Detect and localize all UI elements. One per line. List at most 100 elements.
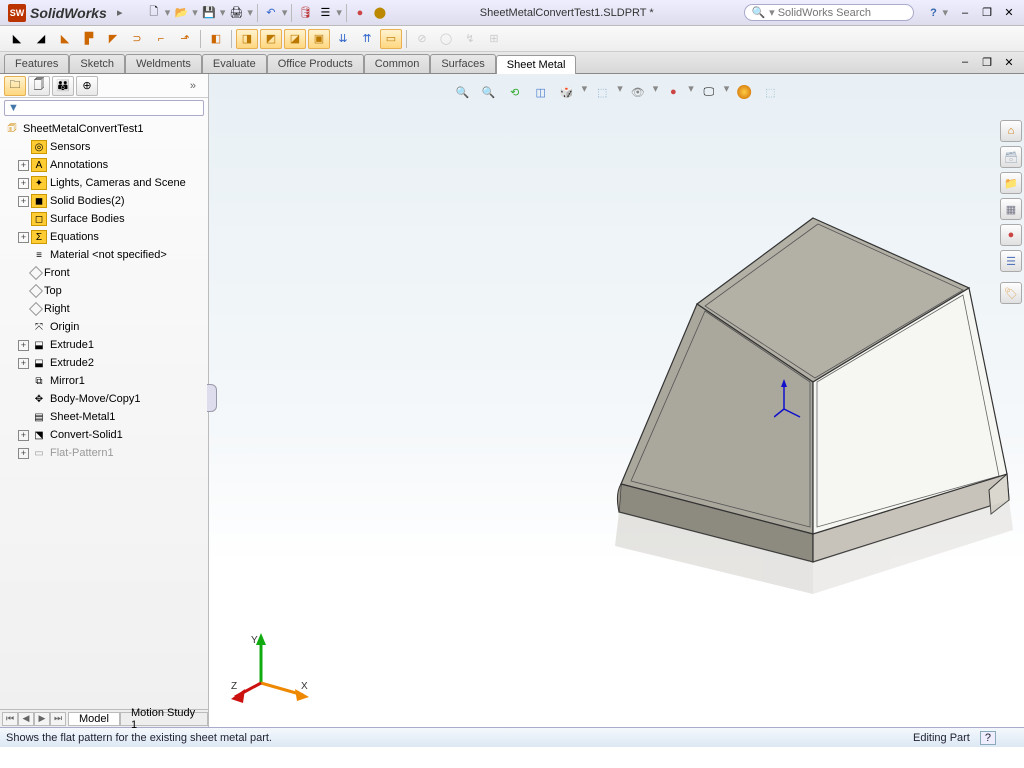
restore-button[interactable]: ❐	[978, 4, 996, 22]
tree-item[interactable]: Right	[0, 300, 208, 318]
tree-filter-input[interactable]: ▼	[4, 100, 204, 116]
expand-button[interactable]: +	[18, 448, 29, 459]
model-tab[interactable]: Model	[68, 712, 120, 726]
zoom-fit-button[interactable]: 🔍	[452, 82, 474, 102]
property-manager-tab[interactable]: 🗍	[28, 76, 50, 96]
hide-show-button[interactable]: 👁	[627, 82, 649, 102]
expand-button[interactable]: +	[18, 340, 29, 351]
base-flange-button[interactable]: ◣	[6, 29, 28, 49]
forming-tool-button[interactable]: ◩	[260, 29, 282, 49]
tree-item[interactable]: ◎Sensors	[0, 138, 208, 156]
sketched-bend-button[interactable]: ⬏	[174, 29, 196, 49]
nav-first-button[interactable]: ⏮	[2, 712, 18, 726]
shadows-button[interactable]: ⬚	[759, 82, 781, 102]
close-button[interactable]: ✕	[1000, 4, 1018, 22]
edge-flange-button[interactable]: ▛	[78, 29, 100, 49]
tree-item[interactable]: +✦Lights, Cameras and Scene	[0, 174, 208, 192]
convert-solid-button[interactable]: ◢	[30, 29, 52, 49]
insert-bends-button[interactable]: ◯	[435, 29, 457, 49]
appearance-button[interactable]: ●	[351, 4, 369, 22]
status-help-button[interactable]: ?	[980, 731, 996, 745]
help-button[interactable]: ?	[924, 4, 942, 22]
view-orient-button[interactable]: 🎲	[556, 82, 578, 102]
nav-last-button[interactable]: ⏭	[50, 712, 66, 726]
tree-item[interactable]: ◻Surface Bodies	[0, 210, 208, 228]
reference-triad[interactable]: Y X Z	[231, 633, 311, 703]
minimize-button[interactable]: –	[956, 4, 974, 22]
vent-button[interactable]: ⊞	[483, 29, 505, 49]
tree-item[interactable]: +◼Solid Bodies(2)	[0, 192, 208, 210]
fold-button[interactable]: ⇈	[356, 29, 378, 49]
expand-button[interactable]: +	[18, 358, 29, 369]
new-button[interactable]: 🗋	[145, 4, 163, 22]
unfold-button[interactable]: ⇊	[332, 29, 354, 49]
expand-button[interactable]: +	[18, 196, 29, 207]
save-button[interactable]: 💾	[200, 4, 218, 22]
tree-item[interactable]: Front	[0, 264, 208, 282]
addins-button[interactable]: ⬤	[371, 4, 389, 22]
motion-study-tab[interactable]: Motion Study 1	[120, 712, 208, 726]
lofted-bend-button[interactable]: ◣	[54, 29, 76, 49]
graphics-viewport[interactable]: 🔍 🔍 ⟲ ◫ 🎲 ▾ ⬚ ▾ 👁 ▾ ● ▾ 🖵 ▾ ⬚ ⌂ 🗃 📁 ▦ ● …	[209, 74, 1024, 727]
miter-flange-button[interactable]: ◤	[102, 29, 124, 49]
print-button[interactable]: 🖨	[227, 4, 245, 22]
tree-item[interactable]: +⬔Convert-Solid1	[0, 426, 208, 444]
mdi-minimize-button[interactable]: –	[956, 53, 974, 71]
rebuild-button[interactable]: 🛢	[296, 4, 314, 22]
view-settings-button[interactable]: 🖵	[698, 82, 720, 102]
display-style-button[interactable]: ⬚	[591, 82, 613, 102]
tree-item[interactable]: +▭Flat-Pattern1	[0, 444, 208, 462]
tree-item[interactable]: ⧉Mirror1	[0, 372, 208, 390]
expand-button[interactable]: +	[18, 160, 29, 171]
prev-view-button[interactable]: ⟲	[504, 82, 526, 102]
no-bends-button[interactable]: ⊘	[411, 29, 433, 49]
nav-next-button[interactable]: ▶	[34, 712, 50, 726]
nav-prev-button[interactable]: ◀	[18, 712, 34, 726]
simple-hole-button[interactable]: ▣	[308, 29, 330, 49]
tree-item[interactable]: ⤧Origin	[0, 318, 208, 336]
open-button[interactable]: 📂	[172, 4, 190, 22]
tree-item[interactable]: ▤Sheet-Metal1	[0, 408, 208, 426]
search-box[interactable]: 🔍 ▾	[744, 4, 914, 21]
tree-item[interactable]: +AAnnotations	[0, 156, 208, 174]
options-button[interactable]: ☰	[316, 4, 334, 22]
tab-sketch[interactable]: Sketch	[69, 54, 125, 73]
menu-dropdown[interactable]: ▸	[115, 6, 125, 19]
appearance-scene-button[interactable]: ●	[662, 82, 684, 102]
collapse-button[interactable]: »	[190, 80, 204, 92]
expand-button[interactable]: +	[18, 430, 29, 441]
resources-button[interactable]: ⌂	[1000, 120, 1022, 142]
tree-item[interactable]: +⬓Extrude1	[0, 336, 208, 354]
hem-button[interactable]: ⊃	[126, 29, 148, 49]
closed-corner-button[interactable]: ◧	[205, 29, 227, 49]
jog-button[interactable]: ⌐	[150, 29, 172, 49]
tab-office-products[interactable]: Office Products	[267, 54, 364, 73]
feature-manager-tab[interactable]: 🗀	[4, 76, 26, 96]
tab-weldments[interactable]: Weldments	[125, 54, 202, 73]
tree-item[interactable]: Top	[0, 282, 208, 300]
section-view-button[interactable]: ◫	[530, 82, 552, 102]
search-input[interactable]	[778, 7, 908, 19]
tab-common[interactable]: Common	[364, 54, 431, 73]
extruded-cut-button[interactable]: ◪	[284, 29, 306, 49]
tab-evaluate[interactable]: Evaluate	[202, 54, 267, 73]
design-library-button[interactable]: 🗃	[1000, 146, 1022, 168]
corner-relief-button[interactable]: ◨	[236, 29, 258, 49]
tab-sheet-metal[interactable]: Sheet Metal	[496, 55, 577, 74]
tree-item[interactable]: ✥Body-Move/Copy1	[0, 390, 208, 408]
flyout-handle[interactable]	[207, 384, 217, 412]
tree-item[interactable]: +ΣEquations	[0, 228, 208, 246]
mdi-restore-button[interactable]: ❐	[978, 53, 996, 71]
file-explorer-button[interactable]: 📁	[1000, 172, 1022, 194]
tree-root[interactable]: 🗊 SheetMetalConvertTest1	[0, 120, 208, 138]
tab-surfaces[interactable]: Surfaces	[430, 54, 495, 73]
config-manager-tab[interactable]: 👪	[52, 76, 74, 96]
tree-item[interactable]: ≡Material <not specified>	[0, 246, 208, 264]
rip-button[interactable]: ↯	[459, 29, 481, 49]
realview-button[interactable]	[733, 82, 755, 102]
mdi-close-button[interactable]: ✕	[1000, 53, 1018, 71]
expand-button[interactable]: +	[18, 178, 29, 189]
tab-features[interactable]: Features	[4, 54, 69, 73]
expand-button[interactable]: +	[18, 232, 29, 243]
tree-item[interactable]: +⬓Extrude2	[0, 354, 208, 372]
